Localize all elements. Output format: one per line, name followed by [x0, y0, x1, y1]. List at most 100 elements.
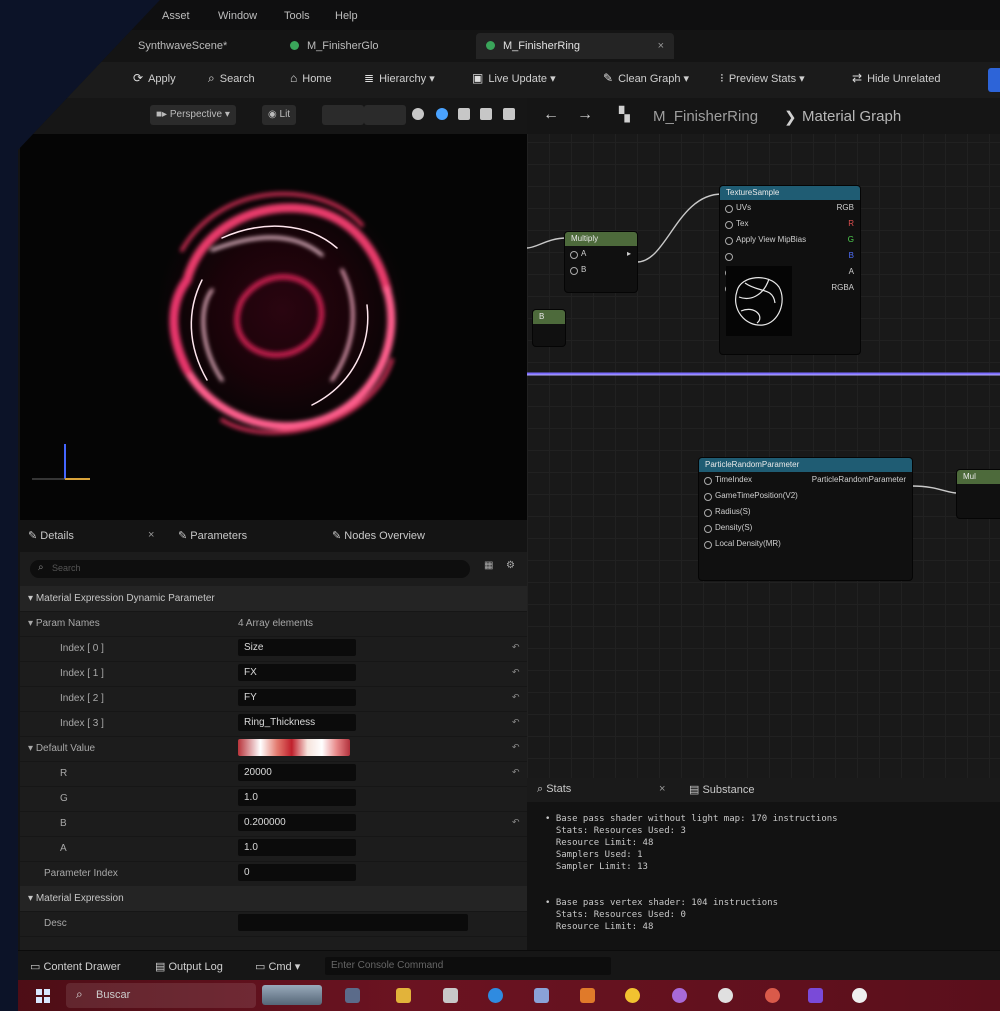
texture-pin-tex[interactable]: Tex R [720, 216, 860, 232]
channel-value-input[interactable]: 1.0 [238, 839, 356, 856]
channel-value-input[interactable]: 20000 [238, 764, 356, 781]
tab-substance[interactable]: ▤ Substance [689, 783, 754, 796]
desc-row[interactable]: Desc [20, 911, 527, 937]
reset-icon[interactable]: ↶ [512, 667, 520, 678]
pin-output[interactable]: G [848, 232, 854, 248]
chrome-icon[interactable] [625, 988, 640, 1003]
menu-item-tools[interactable]: Tools [284, 10, 310, 22]
reset-icon[interactable]: ↶ [512, 817, 520, 828]
console-command-input[interactable]: Enter Console Command [325, 957, 611, 975]
param-names-row[interactable]: ▾ Param Names 4 Array elements [20, 611, 527, 637]
pin-output[interactable]: R [848, 216, 854, 232]
output-log-button[interactable]: ▤ Output Log [155, 960, 223, 973]
menu-item-window[interactable]: Window [218, 10, 257, 22]
windows-start-icon[interactable] [36, 989, 50, 1003]
blender-icon[interactable] [580, 988, 595, 1003]
perspective-dropdown[interactable]: ■▸ Perspective ▾ [150, 105, 236, 125]
platform-button[interactable] [988, 68, 1000, 92]
menu-item-asset[interactable]: Asset [162, 10, 190, 22]
index-row[interactable]: Index [ 0 ] Size ↶ [20, 636, 527, 662]
close-tab-icon[interactable]: × [658, 33, 664, 59]
tab-finisher-ring[interactable]: M_FinisherRing × [476, 33, 674, 59]
file-explorer-icon[interactable] [396, 988, 411, 1003]
app-icon[interactable] [534, 988, 549, 1003]
teapot-preview-icon[interactable] [503, 108, 515, 120]
details-search-input[interactable]: ⌕ Search [30, 560, 470, 578]
rgba-row[interactable]: B 0.200000 ↶ [20, 811, 527, 837]
sphere-preview-icon[interactable] [412, 108, 424, 120]
store-icon[interactable] [443, 988, 458, 1003]
multiply-node[interactable]: Multiply A ▸ B [565, 232, 637, 292]
index-value-input[interactable]: FX [238, 664, 356, 681]
particle-pin-time[interactable]: TimeIndex ParticleRandomParameter [699, 472, 912, 488]
reset-icon[interactable]: ↶ [512, 742, 520, 753]
tab-nodes-overview[interactable]: ✎ Nodes Overview [332, 529, 425, 542]
rgba-row[interactable]: R 20000 ↶ [20, 761, 527, 787]
pin-output[interactable]: RGB [837, 200, 854, 216]
desc-input[interactable] [238, 914, 468, 931]
task-view-icon[interactable] [345, 988, 360, 1003]
rgba-row[interactable]: G 1.0 [20, 786, 527, 812]
reset-icon[interactable]: ↶ [512, 767, 520, 778]
particle-pin-radius[interactable]: Radius(S) [699, 504, 912, 520]
texture-sample-node[interactable]: TextureSample UVs RGB Tex R Apply View Mip… [720, 186, 860, 354]
apply-button[interactable]: ⟳ Apply [133, 71, 176, 85]
category-row[interactable]: ▾ Material Expression Dynamic Parameter [20, 586, 527, 612]
show-dropdown[interactable] [322, 105, 364, 125]
visual-studio-icon[interactable] [808, 988, 823, 1003]
multiply-pin-b[interactable]: B [565, 262, 637, 278]
cylinder-preview-icon[interactable] [480, 108, 492, 120]
tab-details[interactable]: ✎ Details [28, 529, 74, 542]
particle-pin-local-density[interactable]: Local Density(MR) [699, 536, 912, 552]
index-row[interactable]: Index [ 3 ] Ring_Thickness ↶ [20, 711, 527, 737]
live-update-button[interactable]: ▣ Live Update ▾ [472, 71, 556, 85]
small-param-node[interactable]: B [533, 310, 565, 346]
discord-icon[interactable] [672, 988, 687, 1003]
channel-value-input[interactable]: 1.0 [238, 789, 356, 806]
reset-icon[interactable]: ↶ [512, 642, 520, 653]
output-pin-icon[interactable]: ▸ [627, 246, 631, 262]
tab-synthwave-scene[interactable]: SynthwaveScene* [128, 33, 237, 59]
texture-pin-mipbias[interactable]: Apply View MipBias G [720, 232, 860, 248]
color-swatch[interactable] [238, 739, 350, 756]
material-preview-viewport[interactable] [20, 134, 527, 520]
channel-value-input[interactable]: 0.200000 [238, 814, 356, 831]
cmd-dropdown[interactable]: ▭ Cmd ▾ [255, 960, 300, 973]
texture-pin-b[interactable]: B [720, 248, 860, 264]
close-details-icon[interactable]: × [148, 529, 154, 541]
texture-pin-uvs[interactable]: UVs RGB [720, 200, 860, 216]
default-value-row[interactable]: ▾ Default Value ↶ [20, 736, 527, 762]
particle-pin-position[interactable]: GameTimePosition(V2) [699, 488, 912, 504]
index-row[interactable]: Index [ 1 ] FX ↶ [20, 661, 527, 687]
lit-dropdown[interactable]: ◉ Lit [262, 105, 297, 125]
material-graph-canvas[interactable]: ← → ▚ M_FinisherRing ❯ Material Graph Mu… [527, 98, 1000, 778]
browser-icon[interactable] [765, 988, 780, 1003]
taskbar-search-box[interactable]: ⌕ Buscar [66, 983, 256, 1008]
content-drawer-button[interactable]: ▭ Content Drawer [30, 960, 121, 973]
pin-output[interactable]: A [849, 264, 854, 280]
particle-pin-density[interactable]: Density(S) [699, 520, 912, 536]
settings-icon[interactable] [718, 988, 733, 1003]
reset-icon[interactable]: ↶ [512, 717, 520, 728]
preview-stats-button[interactable]: ⁝ Preview Stats ▾ [720, 71, 805, 85]
multiply-pin-a[interactable]: A ▸ [565, 246, 637, 262]
cube-preview-icon[interactable] [458, 108, 470, 120]
hide-unrelated-button[interactable]: ⇄ Hide Unrelated [852, 71, 940, 85]
pin-output[interactable]: RGBA [831, 280, 854, 296]
edge-browser-icon[interactable] [488, 988, 503, 1003]
close-stats-icon[interactable]: × [659, 783, 665, 795]
reset-icon[interactable]: ↶ [512, 692, 520, 703]
multiply-node-right[interactable]: Mul [957, 470, 1000, 518]
index-value-input[interactable]: FY [238, 689, 356, 706]
layout-dropdown[interactable] [364, 105, 406, 125]
tab-finisher-glo[interactable]: M_FinisherGlo [280, 33, 389, 59]
pin-output[interactable]: B [849, 248, 854, 264]
index-value-input[interactable]: Size [238, 639, 356, 656]
particle-random-parameter-node[interactable]: ParticleRandomParameter TimeIndex Particl… [699, 458, 912, 580]
search-button[interactable]: ⌕ Search [208, 71, 255, 86]
index-row[interactable]: Index [ 2 ] FY ↶ [20, 686, 527, 712]
parameter-index-input[interactable]: 0 [238, 864, 356, 881]
parameter-index-row[interactable]: Parameter Index 0 [20, 861, 527, 887]
index-value-input[interactable]: Ring_Thickness [238, 714, 356, 731]
settings-gear-icon[interactable]: ⚙ [506, 560, 515, 571]
